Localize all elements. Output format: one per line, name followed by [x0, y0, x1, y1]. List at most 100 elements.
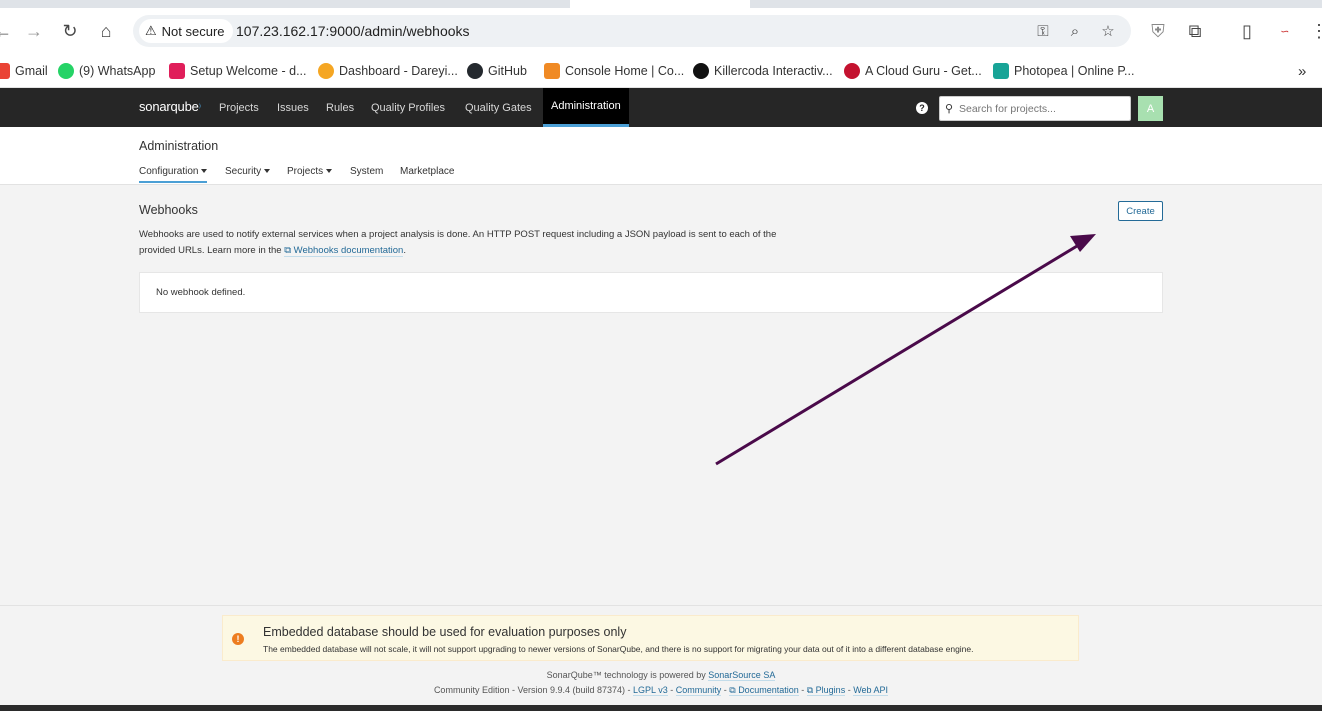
killercoda-icon — [693, 63, 709, 79]
caret-down-icon — [264, 169, 271, 174]
menu-icon[interactable]: ⋮ — [1308, 20, 1322, 42]
photopea-icon — [993, 63, 1009, 79]
bookmark-label: Setup Welcome - d... — [190, 64, 307, 78]
logo-text-b: qube — [170, 99, 199, 114]
tab-configuration[interactable]: Configuration — [139, 166, 208, 183]
nav-administration[interactable]: Administration — [543, 88, 629, 127]
webhooks-title: Webhooks — [139, 203, 198, 217]
project-search: ⚲ — [939, 96, 1131, 121]
nav-rules[interactable]: Rules — [326, 88, 354, 127]
description-text: Webhooks are used to notify external ser… — [139, 229, 777, 256]
bookmark-aws-console[interactable]: Console Home | Co... — [544, 60, 684, 82]
more-bookmarks-icon[interactable]: » — [1298, 60, 1306, 82]
webhooks-doc-link[interactable]: ⧉ Webhooks documentation — [284, 245, 404, 257]
powered-text: SonarQube™ technology is powered by — [546, 670, 709, 680]
nav-projects[interactable]: Projects — [219, 88, 259, 127]
tab-system[interactable]: System — [350, 166, 383, 182]
external-link-icon: ⧉ — [806, 685, 816, 695]
tab-label: Security — [225, 166, 262, 177]
lgpl-link[interactable]: LGPL v3 — [633, 685, 668, 696]
bookmark-killercoda[interactable]: Killercoda Interactiv... — [693, 60, 833, 82]
github-icon — [467, 63, 483, 79]
gmail-icon — [0, 63, 10, 79]
arrow-head — [1070, 234, 1096, 252]
whatsapp-icon — [58, 63, 74, 79]
acloudguru-icon — [844, 63, 860, 79]
plugins-link[interactable]: ⧉ Plugins — [806, 685, 846, 696]
separator: - — [798, 685, 807, 695]
slack-icon — [169, 63, 185, 79]
description-end: . — [403, 245, 406, 256]
security-chip[interactable]: ⚠ Not secure — [139, 19, 233, 43]
logo-wave-icon: ⁾ — [198, 103, 201, 114]
external-link-icon: ⧉ — [284, 245, 294, 256]
nav-quality-profiles[interactable]: Quality Profiles — [371, 88, 445, 127]
plugins-label: Plugins — [815, 685, 846, 695]
address-bar[interactable]: ⚠ Not secure 107.23.162.17:9000/admin/we… — [133, 15, 1131, 47]
documentation-link[interactable]: ⧉ Documentation — [729, 685, 799, 696]
bookmark-label: Killercoda Interactiv... — [714, 64, 833, 78]
bookmark-github[interactable]: GitHub — [467, 60, 527, 82]
tab-label: Projects — [287, 166, 324, 177]
star-icon[interactable]: ☆ — [1098, 21, 1118, 41]
home-icon[interactable]: ⌂ — [95, 20, 117, 42]
empty-state-text: No webhook defined. — [156, 287, 246, 298]
browser-toolbar: ← → ↻ ⌂ ⚠ Not secure 107.23.162.17:9000/… — [0, 8, 1322, 54]
search-icon: ⚲ — [945, 103, 954, 115]
nav-quality-gates[interactable]: Quality Gates — [465, 88, 532, 127]
bookmark-dashboard[interactable]: Dashboard - Dareyi... — [318, 60, 458, 82]
bookmark-label: Photopea | Online P... — [1014, 64, 1135, 78]
profile-icon[interactable]: ∽ — [1273, 20, 1295, 42]
caret-down-icon — [201, 169, 208, 174]
bookmark-acloudguru[interactable]: A Cloud Guru - Get... — [844, 60, 982, 82]
browser-tabstrip — [0, 0, 1322, 8]
extensions-icon[interactable]: ⧉ — [1184, 20, 1206, 42]
shield-extension-icon[interactable]: ⛨ — [1147, 20, 1169, 42]
caret-down-icon — [326, 169, 333, 174]
documentation-label: Documentation — [738, 685, 799, 695]
search-input[interactable] — [959, 100, 1124, 118]
active-tab[interactable] — [570, 0, 750, 8]
security-label: Not secure — [161, 23, 225, 39]
bookmark-label: (9) WhatsApp — [79, 64, 156, 78]
bookmark-gmail[interactable]: Gmail — [0, 60, 48, 82]
edition-text: Community Edition - Version 9.9.4 (build… — [433, 685, 634, 695]
tab-security[interactable]: Security — [225, 166, 271, 182]
bookmarks-bar: Gmail (9) WhatsApp Setup Welcome - d... … — [0, 54, 1322, 88]
doc-link-label: Webhooks documentation — [293, 245, 404, 256]
tab-marketplace[interactable]: Marketplace — [400, 166, 454, 182]
sonarqube-logo[interactable]: sonarqube⁾ — [139, 99, 201, 114]
user-avatar[interactable]: A — [1138, 96, 1163, 121]
key-icon[interactable]: ⚿ — [1033, 21, 1053, 41]
nav-issues[interactable]: Issues — [277, 88, 309, 127]
url-text[interactable]: 107.23.162.17:9000/admin/webhooks — [236, 23, 470, 39]
warning-icon: ! — [232, 633, 244, 645]
help-icon[interactable]: ? — [916, 102, 928, 114]
warning-triangle-icon: ⚠ — [145, 23, 157, 38]
community-link[interactable]: Community — [675, 685, 722, 696]
forward-icon[interactable]: → — [23, 20, 45, 42]
bookmark-whatsapp[interactable]: (9) WhatsApp — [58, 60, 155, 82]
web-api-link[interactable]: Web API — [853, 685, 889, 696]
tab-projects[interactable]: Projects — [287, 166, 333, 182]
reload-icon[interactable]: ↻ — [59, 20, 81, 42]
bookmark-label: Gmail — [15, 64, 48, 78]
bookmark-label: A Cloud Guru - Get... — [865, 64, 982, 78]
create-webhook-button[interactable]: Create — [1118, 201, 1163, 221]
side-panel-icon[interactable]: ▯ — [1236, 20, 1258, 42]
warning-title: Embedded database should be used for eva… — [263, 625, 627, 639]
zoom-icon[interactable]: ⌕ — [1065, 21, 1085, 41]
bookmark-slack[interactable]: Setup Welcome - d... — [169, 60, 307, 82]
back-icon[interactable]: ← — [0, 20, 14, 42]
footer-divider — [0, 605, 1322, 606]
logo-text-a: sonar — [139, 99, 171, 114]
webhook-list: No webhook defined. — [139, 272, 1163, 313]
embedded-db-warning: ! Embedded database should be used for e… — [222, 615, 1079, 661]
webhooks-description: Webhooks are used to notify external ser… — [139, 227, 779, 259]
footer-powered-by: SonarQube™ technology is powered by Sona… — [0, 670, 1322, 681]
footer-links: Community Edition - Version 9.9.4 (build… — [0, 685, 1322, 696]
sonarsource-link[interactable]: SonarSource SA — [708, 670, 776, 681]
separator: - — [667, 685, 676, 695]
warning-body: The embedded database will not scale, it… — [263, 644, 974, 654]
bookmark-photopea[interactable]: Photopea | Online P... — [993, 60, 1134, 82]
